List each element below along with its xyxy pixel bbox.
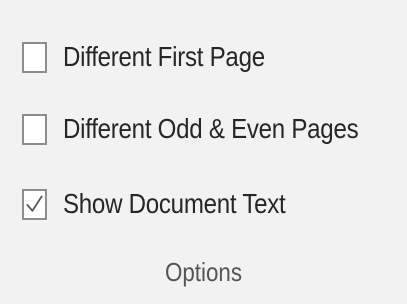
checkmark-icon <box>26 195 43 212</box>
different-first-page-option[interactable]: Different First Page <box>22 37 298 77</box>
group-label: Options <box>164 257 243 287</box>
options-group: Different First Page Different Odd & Eve… <box>0 0 407 304</box>
different-odd-even-pages-option[interactable]: Different Odd & Even Pages <box>22 109 406 149</box>
different-first-page-checkbox[interactable] <box>22 41 47 73</box>
different-odd-even-pages-checkbox[interactable] <box>22 113 47 145</box>
different-first-page-label: Different First Page <box>63 41 265 72</box>
show-document-text-checkbox[interactable] <box>22 188 47 220</box>
different-odd-even-pages-label: Different Odd & Even Pages <box>63 113 359 144</box>
show-document-text-label: Show Document Text <box>63 188 286 219</box>
show-document-text-option[interactable]: Show Document Text <box>22 184 322 224</box>
